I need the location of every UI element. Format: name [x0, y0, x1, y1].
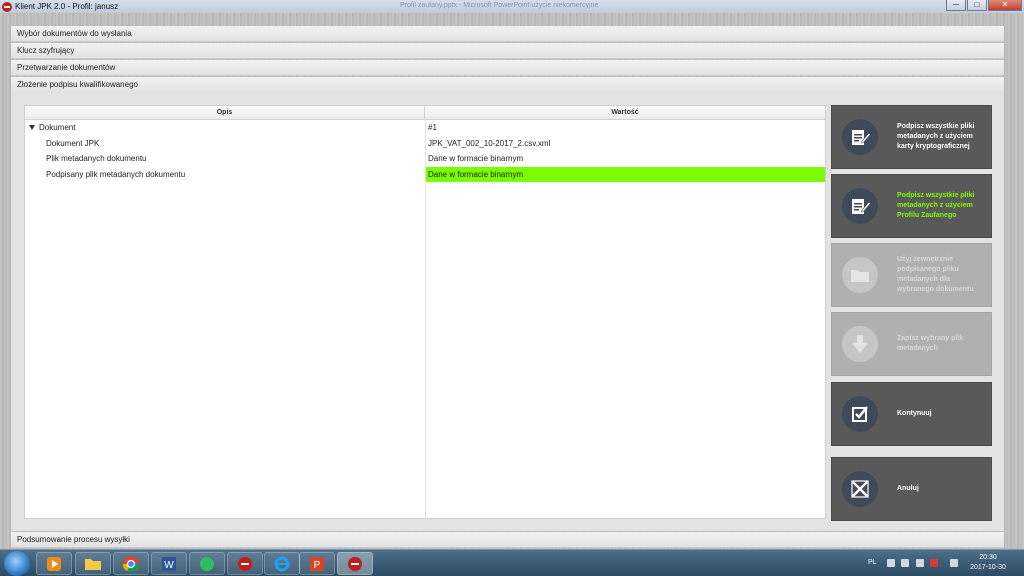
close-button[interactable]: ✕ [988, 0, 1022, 11]
file-explorer-icon[interactable] [75, 552, 111, 575]
window-title: Klient JPK 2.0 - Profil: janusz [15, 2, 119, 11]
step-przetwarzanie[interactable]: Przetwarzanie dokumentów [11, 60, 1004, 76]
step-podpis-kwalifikowany[interactable]: Złożenie podpisu kwalifikowanego [11, 77, 1004, 93]
step-klucz-szyfrujacy[interactable]: Klucz szyfrujący [11, 43, 1004, 59]
grid-header: Opis Wartość [25, 106, 825, 120]
cancel-button[interactable]: Anuluj [831, 457, 992, 521]
folder-icon [842, 257, 878, 293]
tray-volume-icon[interactable] [950, 559, 958, 567]
svg-text:W: W [164, 560, 174, 571]
action-label: Zapisz wybrany plik metadanych [897, 335, 964, 352]
clock-time: 20:30 [979, 554, 997, 561]
row-opis: Dokument JPK [46, 138, 100, 148]
column-header-opis[interactable]: Opis [25, 106, 425, 119]
tray-chevron-icon[interactable] [887, 559, 895, 567]
documents-grid: Opis Wartość Dokument #1 Dokument JPK JP… [24, 105, 826, 519]
evernote-icon[interactable] [189, 552, 225, 575]
sign-with-profil-zaufany-button[interactable]: Podpisz wszystkie pliki metadanych z uży… [831, 174, 992, 238]
download-arrow-icon [842, 326, 878, 362]
jpk-client-active-icon[interactable] [337, 552, 373, 575]
row-wartosc: JPK_VAT_002_10-2017_2.csv.xml [428, 138, 551, 148]
svg-text:P: P [314, 560, 321, 571]
cancel-icon [842, 471, 878, 507]
clock-date: 2017-10-30 [970, 564, 1006, 571]
column-divider [425, 120, 426, 519]
internet-explorer-icon[interactable] [264, 552, 300, 575]
action-label: Podpisz wszystkie pliki metadanych z uży… [897, 192, 975, 219]
row-wartosc: #1 [428, 123, 437, 132]
row-wartosc: Dane w formacie binarnym [428, 154, 524, 163]
chrome-icon[interactable] [113, 552, 149, 575]
app-logo-icon [2, 1, 12, 12]
action-label: Użyj zewnętrznie podpisanego pliku metad… [897, 256, 974, 293]
wizard-steps-bottom: Podsumowanie procesu wysyłki [11, 532, 1004, 549]
sign-document-icon [842, 119, 878, 155]
row-opis: Dokument [39, 123, 76, 132]
powerpoint-icon[interactable]: P [299, 552, 335, 575]
word-icon[interactable]: W [151, 552, 187, 575]
grid-body: Dokument #1 Dokument JPK JPK_VAT_002_10-… [25, 120, 825, 519]
client-area: Wybór dokumentów do wysłania Klucz szyfr… [0, 13, 1024, 549]
action-label: Anuluj [897, 485, 919, 492]
row-wartosc-highlighted: Dane w formacie binarnym [425, 166, 825, 182]
taskbar: W P PL 20:30 2017-10-30 [0, 549, 1024, 576]
sign-with-crypto-card-button[interactable]: Podpisz wszystkie pliki metadanych z uży… [831, 105, 992, 169]
action-label: Kontynuuj [897, 410, 932, 417]
language-indicator[interactable]: PL [868, 559, 877, 566]
step-podsumowanie[interactable]: Podsumowanie procesu wysyłki [11, 532, 1004, 548]
background-window-title: Profil zaufany.pptx - Microsoft PowerPoi… [400, 2, 599, 9]
taskbar-clock[interactable]: 20:30 2017-10-30 [966, 553, 1010, 573]
signature-panel: Opis Wartość Dokument #1 Dokument JPK JP… [11, 92, 1004, 531]
continue-button[interactable]: Kontynuuj [831, 382, 992, 446]
maximize-button[interactable]: □ [967, 0, 987, 11]
use-external-signed-file-button[interactable]: Użyj zewnętrznie podpisanego pliku metad… [831, 243, 992, 307]
checkbox-icon [842, 396, 878, 432]
sign-document-icon [842, 188, 878, 224]
wizard-steps: Wybór dokumentów do wysłania Klucz szyfr… [11, 26, 1004, 94]
minimize-button[interactable]: ─ [946, 0, 966, 11]
start-button[interactable] [4, 551, 30, 576]
action-label: Podpisz wszystkie pliki metadanych z uży… [897, 123, 975, 150]
tray-network-icon[interactable] [901, 559, 909, 567]
jpk-client-icon[interactable] [227, 552, 263, 575]
tray-shield-icon[interactable] [930, 559, 938, 567]
expand-triangle-icon[interactable] [29, 125, 35, 131]
title-bar: Klient JPK 2.0 - Profil: janusz Profil z… [0, 0, 1024, 13]
row-opis: Podpisany plik metadanych dokumentu [46, 169, 186, 179]
step-wybor-dokumentow[interactable]: Wybór dokumentów do wysłania [11, 26, 1004, 42]
media-player-icon[interactable] [36, 552, 72, 575]
column-header-wartosc[interactable]: Wartość [425, 106, 825, 119]
row-opis: Plik metadanych dokumentu [46, 154, 147, 163]
save-metadata-file-button[interactable]: Zapisz wybrany plik metadanych [831, 312, 992, 376]
tray-device-icon[interactable] [916, 559, 924, 567]
